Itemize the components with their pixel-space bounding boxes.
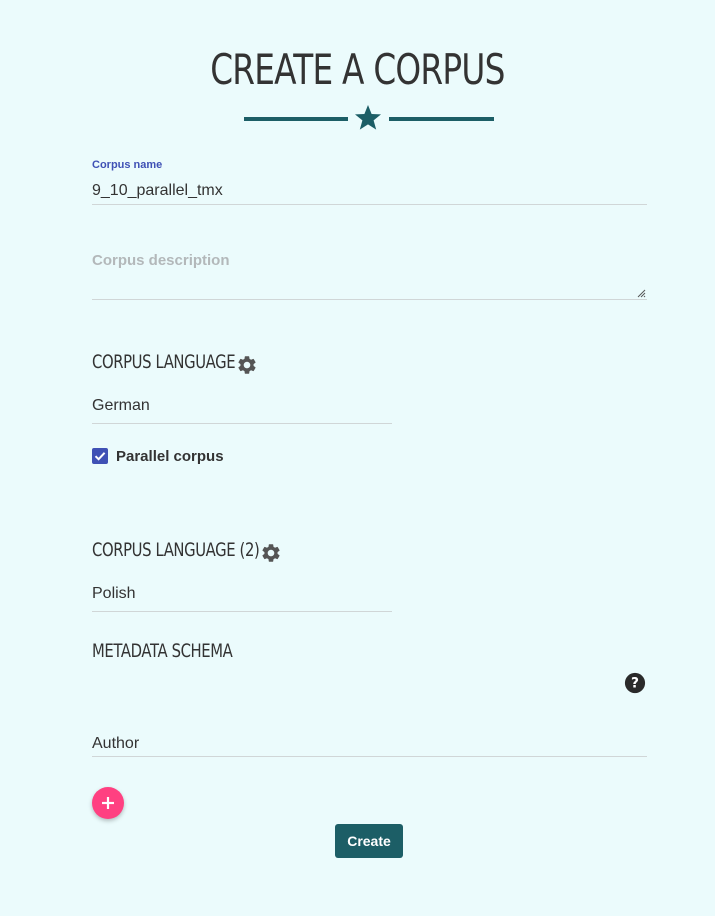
star-icon bbox=[355, 105, 381, 130]
add-metadata-button[interactable] bbox=[92, 787, 124, 819]
metadata-schema-heading: METADATA SCHEMA bbox=[92, 640, 233, 662]
corpus-language-value: German bbox=[92, 397, 150, 414]
corpus-language-2-select[interactable]: Polish bbox=[92, 585, 392, 612]
plus-icon bbox=[102, 797, 114, 809]
svg-text:?: ? bbox=[631, 676, 639, 692]
checkmark-icon bbox=[94, 452, 106, 461]
checkbox-box[interactable] bbox=[92, 448, 108, 464]
divider-line-right bbox=[389, 117, 494, 121]
corpus-language-2-value: Polish bbox=[92, 585, 136, 602]
title-divider bbox=[244, 104, 494, 134]
metadata-field-input[interactable] bbox=[92, 731, 647, 757]
parallel-corpus-checkbox[interactable]: Parallel corpus bbox=[92, 447, 224, 465]
corpus-name-label: Corpus name bbox=[92, 159, 163, 171]
gear-icon[interactable] bbox=[260, 542, 282, 564]
parallel-corpus-label: Parallel corpus bbox=[116, 447, 224, 465]
corpus-language-select[interactable]: German bbox=[92, 397, 392, 424]
question-circle-icon[interactable]: ? bbox=[624, 672, 646, 694]
resize-grip-icon[interactable] bbox=[636, 288, 646, 298]
divider-line-left bbox=[244, 117, 348, 121]
corpus-description-textarea[interactable] bbox=[92, 252, 647, 300]
corpus-language-heading: CORPUS LANGUAGE bbox=[92, 351, 236, 373]
create-button[interactable]: Create bbox=[335, 824, 403, 858]
corpus-name-input[interactable] bbox=[92, 178, 647, 205]
corpus-language-2-heading: CORPUS LANGUAGE (2) bbox=[92, 539, 260, 561]
page-title: CREATE A CORPUS bbox=[210, 45, 505, 94]
gear-icon[interactable] bbox=[236, 354, 258, 376]
